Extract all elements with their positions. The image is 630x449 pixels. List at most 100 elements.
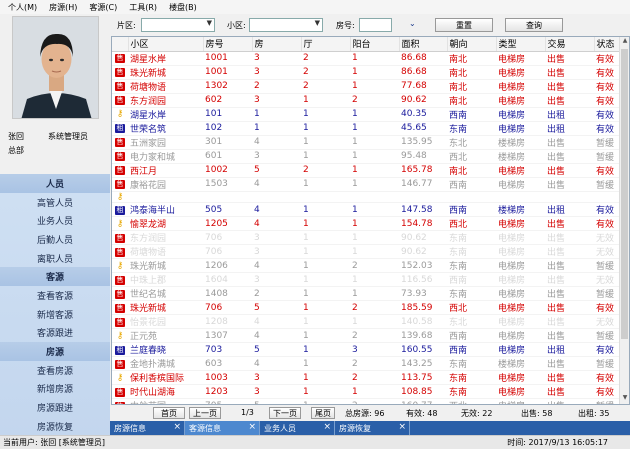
nav-item[interactable]: 房源恢复	[0, 417, 110, 436]
table-row[interactable]: 售西江月 1002 5 2 1 165.78 南北 电梯房 出售 有效	[112, 163, 620, 178]
nav-item[interactable]: 业务人员	[0, 211, 110, 230]
table-row[interactable]: 售电力家和城 601 3 1 1 95.48 西北 楼梯房 出售 暂缓	[112, 149, 620, 164]
first-page-button[interactable]: 首页	[153, 407, 185, 419]
table-row[interactable]: 售荷塘物语 1302 2 2 1 77.68 南北 电梯房 出售 有效	[112, 79, 620, 94]
table-row[interactable]: 售金地扑满城 603 4 1 2 143.25 东南 楼梯房 出售 暂缓	[112, 356, 620, 372]
table-cell: 1	[350, 163, 399, 178]
table-row[interactable]: 售珠光新城 1001 3 2 1 86.68 南北 电梯房 出售 有效	[112, 65, 620, 80]
table-cell: 有效	[594, 370, 620, 386]
table-cell: 602	[203, 93, 252, 108]
nav-item[interactable]: 客源跟进	[0, 324, 110, 343]
column-header[interactable]	[112, 37, 129, 52]
table-cell: 南北	[447, 93, 496, 108]
nav-item[interactable]: 后勤人员	[0, 230, 110, 249]
table-row[interactable]: 售荷塘物语 706 3 1 1 90.62 东南 电梯房 出售 无效	[112, 244, 620, 260]
table-row[interactable]: ⚷ 湖星水岸 101 1 1 1 40.35 西南 电梯房 出租 有效	[112, 107, 620, 122]
table-row[interactable]: 售中航花园705512160.77西北电梯房出售暂缓	[112, 398, 620, 404]
prev-page-button[interactable]: 上一页	[189, 407, 221, 419]
nav-item[interactable]: 查看房源	[0, 361, 110, 380]
row-type-cell: ⚷	[112, 370, 128, 386]
scroll-up-icon[interactable]: ▲	[620, 37, 629, 47]
vertical-scrollbar[interactable]: ▲ ▼	[619, 37, 629, 404]
scrollbar-thumb[interactable]	[621, 49, 628, 339]
menu-buildings[interactable]: 楼盘(B)	[169, 2, 197, 13]
menu-housing[interactable]: 房源(H)	[49, 2, 77, 13]
community-select[interactable]: ▼	[249, 18, 323, 32]
window-tab[interactable]: 房源恢复 ×	[335, 421, 410, 435]
nav-section-header[interactable]: 客源	[0, 267, 110, 287]
table-row[interactable]: 租兰庭春晓 703 5 1 3 160.55 西南 电梯房 出租 有效	[112, 342, 620, 358]
query-button[interactable]: 查询	[505, 18, 563, 32]
table-cell: 140.58	[399, 314, 447, 330]
chevron-down-icon[interactable]: ⌄	[409, 19, 416, 28]
community-label: 小区:	[227, 21, 246, 30]
table-cell: 有效	[594, 121, 620, 136]
column-header[interactable]: 阳台	[350, 37, 400, 52]
district-select[interactable]: ▼	[141, 18, 215, 32]
table-row[interactable]: 售东方润园 706 3 1 1 90.62 东南 电梯房 出售 无效	[112, 230, 620, 246]
table-row[interactable]: 租鸿泰海半山 505 4 1 1 147.58 西南 楼梯房 出租 有效	[112, 202, 620, 218]
table-cell: 101	[203, 107, 252, 122]
table-row[interactable]: ⚷ 珠光新城 1206 4 1 2 152.03 东南 电梯房 出售 暂缓	[112, 258, 620, 274]
table-row[interactable]: 售康裕花园 1503 4 1 1 146.77 西南 电梯房 出售 暂缓	[112, 177, 620, 192]
row-type-cell: 租	[112, 121, 128, 136]
column-header[interactable]: 房	[252, 37, 302, 52]
table-cell: 出租	[545, 107, 594, 122]
column-header[interactable]: 小区	[128, 37, 204, 52]
table-row[interactable]: 售湖星水岸 1001 3 2 1 86.68 南北 电梯房 出售 有效	[112, 51, 620, 66]
nav-item[interactable]: 高管人员	[0, 193, 110, 212]
table-row[interactable]: 售珠光新城 706 5 1 2 185.59 西北 电梯房 出售 有效	[112, 300, 620, 316]
menu-tools[interactable]: 工具(R)	[129, 2, 157, 13]
close-icon[interactable]: ×	[323, 422, 331, 432]
table-cell: 出售	[545, 286, 594, 302]
nav-item[interactable]: 新增房源	[0, 380, 110, 399]
nav-section-header[interactable]: 房源	[0, 342, 110, 361]
table-cell: 1001	[203, 65, 252, 80]
table-row[interactable]: 售怡景花园 1208 4 1 1 140.58 东北 电梯房 出售 无效	[112, 314, 620, 330]
table-cell: 电梯房	[496, 121, 545, 136]
window-tab[interactable]: 房源信息 ×	[110, 421, 185, 435]
nav-section-header[interactable]: 人员	[0, 174, 110, 193]
table-cell: 705	[203, 398, 252, 404]
table-row[interactable]: ⚷ 正元苑 1307 4 1 2 139.68 西南 电梯房 出售 暂缓	[112, 328, 620, 344]
last-page-button[interactable]: 尾页	[311, 407, 335, 419]
column-header[interactable]: 房号	[203, 37, 253, 52]
scroll-down-icon[interactable]: ▼	[620, 394, 629, 404]
close-icon[interactable]: ×	[248, 422, 256, 432]
table-row[interactable]: ⚷ 愉翠龙湖 1205 4 1 1 154.78 西北 电梯房 出售 有效	[112, 216, 620, 232]
table-row[interactable]: ⚷	[112, 191, 620, 204]
table-cell: 西南	[447, 107, 496, 122]
table-row[interactable]: ⚷ 保利香槟国际 1003 3 1 2 113.75 东南 电梯房 出售 有效	[112, 370, 620, 386]
column-header[interactable]: 厅	[301, 37, 351, 52]
window-tab[interactable]: 客源信息 ×	[185, 421, 260, 435]
room-input[interactable]	[359, 18, 392, 32]
table-row[interactable]: 售东方润园 602 3 1 2 90.62 南北 电梯房 出售 有效	[112, 93, 620, 108]
table-cell: 电梯房	[496, 79, 545, 94]
table-row[interactable]: 售时代山湖海 1203 3 1 1 108.85 东南 电梯房 出售 有效	[112, 384, 620, 400]
table-cell: 1001	[203, 51, 252, 66]
nav-item[interactable]: 离职人员	[0, 249, 110, 268]
close-icon[interactable]: ×	[398, 422, 406, 432]
nav-item[interactable]: 查看客源	[0, 286, 110, 305]
reset-button[interactable]: 重置	[435, 18, 493, 32]
column-header[interactable]: 面积	[399, 37, 448, 52]
menu-personal[interactable]: 个人(M)	[8, 2, 37, 13]
table-row[interactable]: 租世荣名筑 102 1 1 1 45.65 东南 电梯房 出租 有效	[112, 121, 620, 136]
table-cell: 出售	[545, 93, 594, 108]
column-header[interactable]: 类型	[496, 37, 546, 52]
menu-customers[interactable]: 客源(C)	[89, 2, 117, 13]
next-page-button[interactable]: 下一页	[269, 407, 301, 419]
table-row[interactable]: 售中珠上郡 1604 3 1 1 116.56 西南 电梯房 出售 无效	[112, 272, 620, 288]
nav-item[interactable]: 新增客源	[0, 305, 110, 324]
table-cell: 暂缓	[594, 398, 620, 404]
column-header[interactable]: 状态	[594, 37, 621, 52]
key-icon: ⚷	[116, 218, 124, 229]
column-header[interactable]: 朝向	[447, 37, 497, 52]
close-icon[interactable]: ×	[173, 422, 181, 432]
table-row[interactable]: 售世纪名城 1408 2 1 1 73.93 东南 电梯房 出售 暂缓	[112, 286, 620, 302]
table-row[interactable]: 售五洲家园 301 4 1 1 135.95 东北 楼梯房 出售 暂缓	[112, 135, 620, 150]
column-header[interactable]: 交易	[545, 37, 595, 52]
sale-badge-icon: 售	[115, 233, 125, 243]
window-tab[interactable]: 业务人员 ×	[260, 421, 335, 435]
nav-item[interactable]: 房源跟进	[0, 398, 110, 417]
